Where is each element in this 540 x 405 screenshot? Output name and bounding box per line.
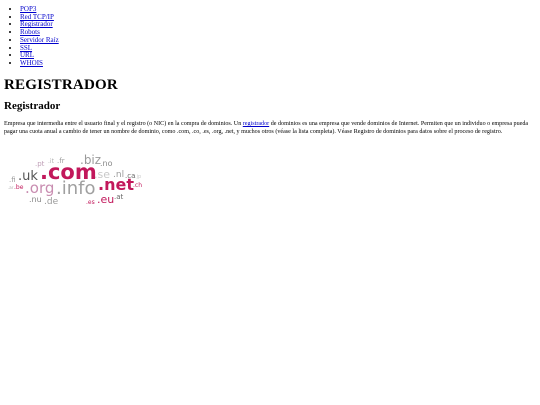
tld-word-ar: .ar <box>8 185 14 190</box>
tld-word-at: .at <box>114 193 124 201</box>
tld-word-nu: .nu <box>29 195 42 204</box>
tld-word-eu: .eu <box>97 193 115 206</box>
tld-word-be: .be <box>14 184 24 191</box>
tld-word-fi: .fi <box>9 176 16 184</box>
tld-word-no: .no <box>100 159 113 168</box>
tld-word-de: .de <box>44 197 59 207</box>
registrador-link[interactable]: registrador <box>243 121 269 127</box>
tld-word-info: .info <box>56 178 96 199</box>
tld-word-jp: .jp <box>135 174 142 180</box>
tld-word-net: .net <box>98 175 134 194</box>
page-title: REGISTRADOR <box>4 77 118 93</box>
tld-word-es: .es <box>86 199 95 206</box>
tld-word-cloud-image: .pt .it .fr .biz .no .uk .com .se .nl .c… <box>8 152 148 210</box>
page-subtitle: Registrador <box>4 100 61 112</box>
tld-word-org: .org <box>25 179 55 197</box>
topic-nav-list: POP3 Red TCP/IP Registrador Robots Servi… <box>7 5 59 68</box>
tld-word-ch: .ch <box>133 182 143 189</box>
definition-paragraph: Empresa que intermedia entre el usuario … <box>4 120 539 136</box>
nav-link-whois[interactable]: WHOIS <box>20 59 43 67</box>
paragraph-text-start: Empresa que intermedia entre el usuario … <box>4 121 243 127</box>
nav-item: WHOIS <box>20 59 59 68</box>
